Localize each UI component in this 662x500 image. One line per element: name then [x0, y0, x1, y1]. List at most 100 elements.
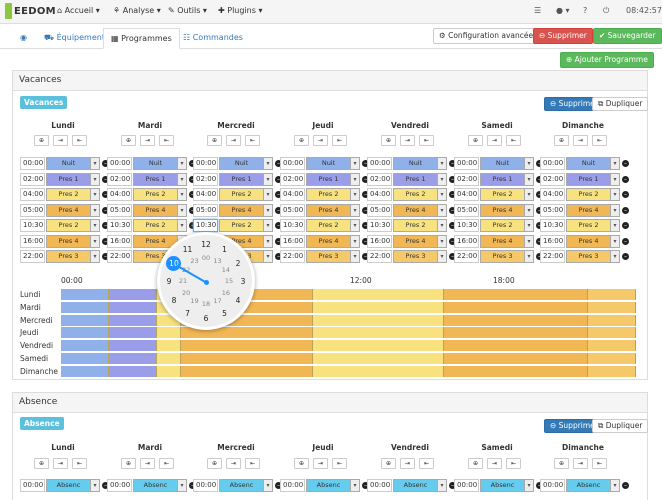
- mode-select[interactable]: Pres 4: [566, 234, 611, 248]
- clock-hour[interactable]: 4: [231, 296, 245, 305]
- mode-select[interactable]: Pres 3: [480, 250, 525, 263]
- time-input[interactable]: 00:00: [107, 479, 132, 492]
- mode-select[interactable]: Pres 2: [219, 188, 264, 201]
- copy-day-button[interactable]: ⇥: [226, 135, 241, 146]
- paste-day-button[interactable]: ⇤: [592, 135, 607, 146]
- remove-period-icon[interactable]: –: [622, 222, 629, 229]
- chevron-down-icon[interactable]: ▾: [611, 219, 620, 232]
- time-input[interactable]: 22:00: [280, 250, 305, 263]
- chevron-down-icon[interactable]: ▾: [438, 234, 447, 248]
- clock-hour-inner[interactable]: 13: [211, 257, 225, 265]
- nav-outils[interactable]: ✎ Outils ▾: [168, 6, 207, 15]
- remove-period-icon[interactable]: –: [622, 482, 629, 489]
- chevron-down-icon[interactable]: ▾: [611, 203, 620, 217]
- power-icon[interactable]: ⏻: [603, 6, 609, 16]
- mode-select[interactable]: Pres 2: [46, 188, 91, 201]
- time-input[interactable]: 10:30: [454, 219, 479, 232]
- time-input[interactable]: 04:00: [367, 188, 392, 201]
- mode-select[interactable]: Pres 4: [46, 234, 91, 248]
- chevron-down-icon[interactable]: ▾: [264, 188, 273, 201]
- chevron-down-icon[interactable]: ▾: [351, 188, 360, 201]
- paste-day-button[interactable]: ⇤: [245, 458, 260, 469]
- mode-select[interactable]: Pres 2: [393, 188, 438, 201]
- time-input[interactable]: 05:00: [454, 203, 479, 217]
- mode-select[interactable]: Pres 4: [46, 203, 91, 217]
- chevron-down-icon[interactable]: ▾: [178, 172, 187, 186]
- copy-day-button[interactable]: ⇥: [573, 135, 588, 146]
- add-period-button[interactable]: ⊕: [207, 458, 222, 469]
- time-input[interactable]: 10:30: [280, 219, 305, 232]
- advanced-config-button[interactable]: ⚙ Configuration avancée: [433, 28, 540, 44]
- time-input[interactable]: 10:30: [20, 219, 45, 232]
- mode-select[interactable]: Pres 2: [133, 219, 178, 232]
- chevron-down-icon[interactable]: ▾: [525, 250, 534, 263]
- mode-select[interactable]: Pres 2: [480, 219, 525, 232]
- chevron-down-icon[interactable]: ▾: [438, 157, 447, 170]
- tab-equipement[interactable]: ⛟ Équipement: [37, 28, 112, 49]
- chevron-down-icon[interactable]: ▾: [525, 234, 534, 248]
- remove-period-icon[interactable]: –: [622, 160, 629, 167]
- chevron-down-icon[interactable]: ▾: [525, 219, 534, 232]
- mode-select[interactable]: Pres 1: [566, 172, 611, 186]
- chevron-down-icon[interactable]: ▾: [91, 172, 100, 186]
- copy-day-button[interactable]: ⇥: [140, 458, 155, 469]
- time-input[interactable]: 22:00: [367, 250, 392, 263]
- chevron-down-icon[interactable]: ▾: [525, 203, 534, 217]
- time-input[interactable]: 05:00: [280, 203, 305, 217]
- chevron-down-icon[interactable]: ▾: [351, 157, 360, 170]
- paste-day-button[interactable]: ⇤: [72, 458, 87, 469]
- mode-select[interactable]: Pres 4: [480, 203, 525, 217]
- add-period-button[interactable]: ⊕: [294, 135, 309, 146]
- chevron-down-icon[interactable]: ▾: [178, 157, 187, 170]
- add-period-button[interactable]: ⊕: [468, 135, 483, 146]
- time-input[interactable]: 02:00: [454, 172, 479, 186]
- mode-select[interactable]: Pres 4: [133, 203, 178, 217]
- copy-day-button[interactable]: ⇥: [53, 458, 68, 469]
- chevron-down-icon[interactable]: ▾: [351, 234, 360, 248]
- tab-back[interactable]: ◉: [13, 28, 34, 49]
- time-input[interactable]: 04:00: [454, 188, 479, 201]
- nav-plugins[interactable]: ✚ Plugins ▾: [218, 6, 262, 15]
- paste-day-button[interactable]: ⇤: [506, 135, 521, 146]
- clock-hour[interactable]: 12: [199, 240, 213, 249]
- copy-day-button[interactable]: ⇥: [400, 458, 415, 469]
- mode-select[interactable]: Pres 4: [393, 203, 438, 217]
- mode-select[interactable]: Absenc: [133, 479, 178, 492]
- duplicate-program-button[interactable]: ⧉ Dupliquer: [592, 419, 649, 433]
- mode-select[interactable]: Pres 2: [219, 219, 264, 232]
- mode-select[interactable]: Pres 4: [306, 203, 351, 217]
- time-input[interactable]: 00:00: [454, 479, 479, 492]
- mode-select[interactable]: Pres 2: [480, 188, 525, 201]
- clock-hour[interactable]: 5: [218, 309, 232, 318]
- time-input[interactable]: 02:00: [20, 172, 45, 186]
- chevron-down-icon[interactable]: ▾: [611, 157, 620, 170]
- mode-select[interactable]: Pres 1: [219, 172, 264, 186]
- add-period-button[interactable]: ⊕: [121, 458, 136, 469]
- copy-day-button[interactable]: ⇥: [573, 458, 588, 469]
- chevron-down-icon[interactable]: ▾: [91, 219, 100, 232]
- time-input[interactable]: 02:00: [367, 172, 392, 186]
- mode-select[interactable]: Pres 3: [393, 250, 438, 263]
- time-input[interactable]: 05:00: [540, 203, 565, 217]
- copy-day-button[interactable]: ⇥: [487, 458, 502, 469]
- time-input[interactable]: 00:00: [193, 479, 218, 492]
- time-input[interactable]: 00:00: [280, 479, 305, 492]
- time-input[interactable]: 00:00: [367, 157, 392, 170]
- paste-day-button[interactable]: ⇤: [419, 135, 434, 146]
- mode-select[interactable]: Nuit: [480, 157, 525, 170]
- clock-hour[interactable]: 3: [236, 277, 250, 286]
- chevron-down-icon[interactable]: ▾: [438, 172, 447, 186]
- chevron-down-icon[interactable]: ▾: [91, 188, 100, 201]
- clock-hour[interactable]: 11: [181, 245, 195, 254]
- paste-day-button[interactable]: ⇤: [159, 458, 174, 469]
- copy-day-button[interactable]: ⇥: [313, 458, 328, 469]
- mode-select[interactable]: Pres 2: [566, 219, 611, 232]
- time-input[interactable]: 00:00: [107, 157, 132, 170]
- add-period-button[interactable]: ⊕: [34, 458, 49, 469]
- mode-select[interactable]: Absenc: [306, 479, 351, 492]
- add-period-button[interactable]: ⊕: [121, 135, 136, 146]
- chevron-down-icon[interactable]: ▾: [351, 250, 360, 263]
- time-input[interactable]: 10:30: [193, 219, 218, 232]
- chevron-down-icon[interactable]: ▾: [611, 250, 620, 263]
- jeedom-logo[interactable]: EEDOM: [5, 3, 56, 21]
